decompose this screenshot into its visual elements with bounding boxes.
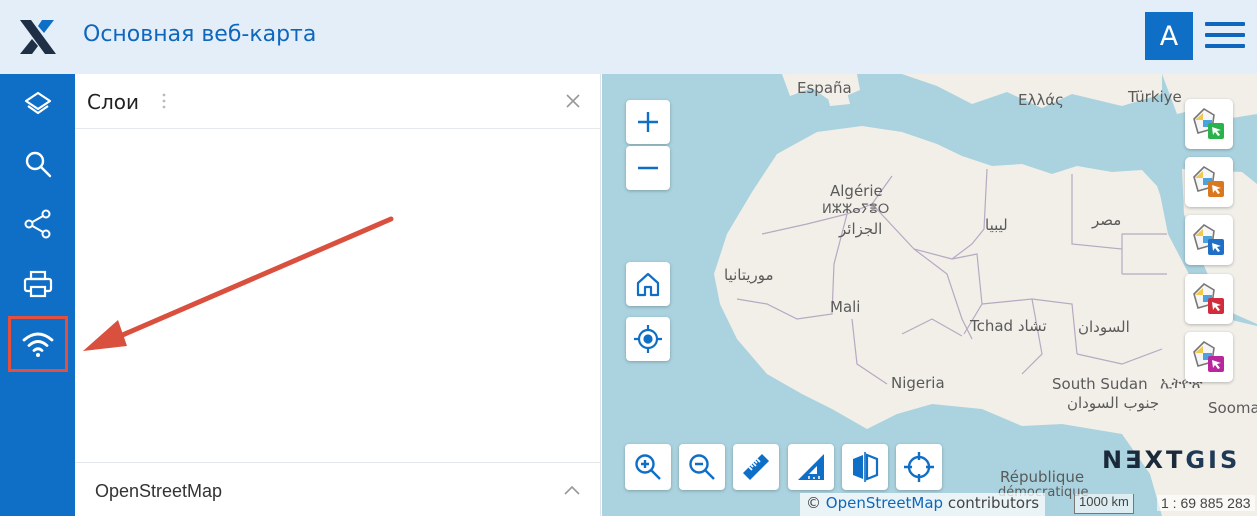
map-label-ellas: Ελλάς [1018, 91, 1064, 109]
map-attribution: © OpenStreetMap contributors [800, 493, 1046, 516]
close-icon[interactable] [565, 93, 581, 114]
measure-distance-button[interactable] [733, 444, 779, 490]
chevron-up-icon[interactable] [563, 483, 581, 501]
map-label-libya: ليبيا [985, 216, 1008, 234]
sidebar [0, 74, 75, 516]
crosshair-icon [904, 452, 934, 482]
zoom-out-button[interactable] [626, 146, 670, 190]
panel-drag-handle-icon[interactable] [162, 92, 166, 115]
identify-icon [1193, 340, 1224, 372]
layers-icon[interactable] [8, 76, 68, 132]
minus-icon [638, 166, 658, 170]
identify-icon [1193, 165, 1224, 197]
map-label-south-sudan-ar: جنوب السودان [1067, 394, 1160, 412]
measure-area-button[interactable] [788, 444, 834, 490]
compare-button[interactable] [842, 444, 888, 490]
basemap-section[interactable]: OpenStreetMap [75, 462, 601, 516]
map-label-tchad: Tchad تشاد [970, 317, 1047, 335]
identify-icon [1193, 223, 1224, 255]
identify-orange-button[interactable] [1185, 157, 1233, 207]
print-icon[interactable] [8, 256, 68, 312]
map-label-mali: Mali [830, 298, 861, 316]
annotation-arrow [83, 216, 394, 351]
app-header: Основная веб-карта A [0, 0, 1257, 74]
map-label-turkiye: Türkiye [1128, 88, 1182, 106]
identify-icon [1193, 107, 1224, 139]
scale-ratio: 1 : 69 885 283 [1157, 495, 1255, 511]
basemap-label: OpenStreetMap [95, 481, 223, 501]
locate-icon [634, 325, 662, 353]
home-icon [636, 272, 660, 297]
locate-button[interactable] [626, 317, 670, 361]
map-label-mauritania: موريتانيا [724, 266, 774, 284]
identify-icon [1193, 282, 1224, 314]
scale-bar: 1000 km [1074, 494, 1134, 514]
map-label-espana: España [797, 79, 852, 97]
map-label-nigeria: Nigeria [891, 374, 945, 392]
map-label-algerie: Algérie [830, 182, 883, 200]
identify-red-button[interactable] [1185, 274, 1233, 324]
share-icon[interactable] [8, 196, 68, 252]
zoom-out-icon [689, 454, 715, 480]
wifi-icon[interactable] [8, 316, 68, 372]
map-view[interactable]: España Ελλάς Türkiye Algérie ⵍⵣⵣⴰⵢⴻⵔ الج… [602, 74, 1257, 516]
search-icon[interactable] [8, 136, 68, 192]
identify-magenta-button[interactable] [1185, 332, 1233, 382]
identify-blue-button[interactable] [1185, 215, 1233, 265]
panel-title: Слои [87, 90, 139, 114]
zoom-in-button[interactable] [626, 100, 670, 144]
identify-green-button[interactable] [1185, 99, 1233, 149]
ruler-icon [743, 454, 769, 480]
map-label-egypt: مصر [1092, 211, 1122, 229]
compare-icon [853, 452, 879, 482]
nextgis-logo: N∃XTGIS [1102, 446, 1241, 474]
plus-icon [638, 112, 658, 132]
map-label-somalia: Sooma [1208, 399, 1257, 417]
crosshair-button[interactable] [896, 444, 942, 490]
home-button[interactable] [626, 262, 670, 306]
map-label-algerie-ar: الجزائر [839, 220, 883, 238]
zoom-in-icon [635, 454, 661, 480]
panel-header: Слои [75, 74, 601, 129]
page-title: Основная веб-карта [83, 22, 317, 47]
app-logo[interactable] [18, 18, 58, 56]
zoom-in-tool-button[interactable] [625, 444, 671, 490]
map-label-republique: République [1000, 468, 1085, 486]
zoom-out-tool-button[interactable] [679, 444, 725, 490]
osm-link[interactable]: OpenStreetMap [826, 494, 943, 512]
area-icon [798, 454, 824, 480]
map-label-algerie-tif: ⵍⵣⵣⴰⵢⴻⵔ [822, 202, 890, 217]
user-avatar[interactable]: A [1145, 12, 1193, 60]
hamburger-icon[interactable] [1205, 18, 1245, 52]
map-label-sudan: السودان [1078, 318, 1130, 336]
map-label-south-sudan: South Sudan [1052, 375, 1148, 393]
